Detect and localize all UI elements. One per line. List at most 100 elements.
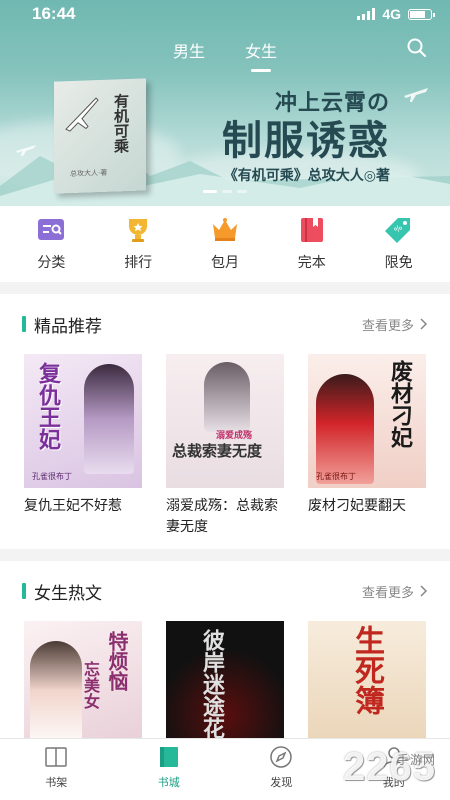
book-cover: 生死簿 bbox=[308, 621, 426, 738]
nav-item-label: 包月 bbox=[210, 255, 239, 271]
cover-author: 孔雀很布丁 bbox=[316, 472, 356, 481]
cover-figure bbox=[316, 374, 374, 484]
crown-icon bbox=[212, 218, 237, 241]
airplane-icon bbox=[16, 145, 36, 156]
section-title-text: 女生热文 bbox=[34, 583, 102, 604]
book-card[interactable]: 彼岸迷途花 bbox=[166, 621, 284, 738]
tag-icon: % bbox=[384, 218, 410, 243]
bookstore-icon bbox=[159, 747, 178, 767]
cover-title: 生死簿 bbox=[349, 625, 384, 715]
section-accent-bar bbox=[22, 583, 26, 599]
network-type: 4G bbox=[382, 6, 401, 22]
section-title-text: 精品推荐 bbox=[34, 316, 102, 337]
status-time: 16:44 bbox=[32, 4, 76, 23]
tab-bookshelf[interactable]: 书架 bbox=[21, 745, 91, 790]
airplane-icon bbox=[404, 88, 428, 102]
banner-headline-line2: 制服诱惑 bbox=[222, 117, 390, 164]
view-more-link[interactable]: 查看更多 bbox=[362, 582, 428, 601]
book-card[interactable]: 特烦恼 忘美女 bbox=[24, 621, 142, 738]
battery-icon bbox=[408, 8, 435, 20]
section-title: 精品推荐 bbox=[22, 312, 102, 337]
book-card[interactable]: 溺爱成殇 总裁索妻无度 溺爱成殇：总裁索妻无度 bbox=[166, 354, 284, 538]
book-card[interactable]: 废材刁妃 孔雀很布丁 废材刁妃要翻天 bbox=[308, 354, 426, 538]
nav-item-label: 完本 bbox=[297, 255, 326, 271]
compass-icon bbox=[270, 746, 292, 768]
book-cover: 溺爱成殇 总裁索妻无度 bbox=[166, 354, 284, 488]
banner-book-cover: 有机可乘 总攻大人·著 bbox=[54, 78, 146, 194]
nav-item-free[interactable]: % 限免 bbox=[364, 216, 434, 272]
search-button[interactable] bbox=[406, 37, 428, 59]
banner-book-title: 有机可乘 bbox=[112, 92, 130, 154]
book-row: 特烦恼 忘美女 彼岸迷途花 生死簿 bbox=[0, 621, 450, 738]
tab-label: 发现 bbox=[270, 776, 293, 789]
book-title: 溺爱成殇：总裁索妻无度 bbox=[166, 498, 278, 535]
section-accent-bar bbox=[22, 316, 26, 332]
category-icon bbox=[38, 219, 65, 240]
book-title: 废材刁妃要翻天 bbox=[308, 498, 406, 514]
carousel-indicator bbox=[0, 190, 450, 193]
cover-figure bbox=[84, 364, 134, 474]
bookshelf-icon bbox=[45, 747, 67, 767]
status-bar: 16:44 4G bbox=[0, 0, 450, 28]
cover-subtitle: 忘美女 bbox=[81, 661, 100, 709]
view-more-label: 查看更多 bbox=[361, 318, 414, 334]
section-header: 精品推荐 查看更多 bbox=[0, 294, 450, 354]
category-nav: 分类 排行 包月 完本 % 限免 bbox=[0, 206, 450, 282]
book-cover: 复仇王妃 孔雀很布丁 bbox=[24, 354, 142, 488]
cover-author: 孔雀很布丁 bbox=[32, 472, 72, 481]
cover-figure bbox=[30, 641, 82, 738]
book-cover: 废材刁妃 孔雀很布丁 bbox=[308, 354, 426, 488]
chevron-right-icon bbox=[420, 585, 428, 597]
cover-subtitle: 溺爱成殇 bbox=[216, 431, 253, 441]
view-more-link[interactable]: 查看更多 bbox=[362, 315, 428, 334]
chevron-right-icon bbox=[420, 318, 428, 330]
cover-title: 总裁索妻无度 bbox=[172, 442, 263, 460]
book-cover: 特烦恼 忘美女 bbox=[24, 621, 142, 738]
cover-title: 复仇王妃 bbox=[35, 362, 61, 450]
watermark-logo: 2265 手游网 bbox=[343, 745, 436, 790]
gender-tabs: 男生 女生 bbox=[0, 38, 450, 62]
carousel-dot bbox=[237, 190, 247, 193]
tab-label: 书架 bbox=[45, 776, 68, 789]
status-indicators: 4G bbox=[357, 6, 435, 22]
book-card[interactable]: 复仇王妃 孔雀很布丁 复仇王妃不好惹 bbox=[24, 354, 142, 538]
cover-figure bbox=[204, 362, 250, 432]
tab-bookstore[interactable]: 书城 bbox=[134, 745, 204, 790]
tab-female[interactable]: 女生 bbox=[245, 38, 277, 62]
airplane-icon bbox=[65, 97, 99, 132]
banner-headline-line3: 《有机可乘》总攻大人◎著 bbox=[223, 168, 390, 184]
section-header: 女生热文 查看更多 bbox=[0, 561, 450, 621]
nav-item-label: 排行 bbox=[124, 255, 153, 271]
carousel-dot-active bbox=[203, 190, 217, 193]
book-cover: 彼岸迷途花 bbox=[166, 621, 284, 738]
banner-headline-line1: 冲上云霄の bbox=[274, 90, 390, 116]
nav-item-label: 分类 bbox=[37, 255, 66, 271]
banner-book-author: 总攻大人·著 bbox=[70, 168, 108, 179]
nav-item-finished[interactable]: 完本 bbox=[277, 216, 347, 272]
hero-banner[interactable]: 有机可乘 总攻大人·著 冲上云霄の 制服诱惑 《有机可乘》总攻大人◎著 bbox=[0, 0, 450, 206]
nav-item-category[interactable]: 分类 bbox=[16, 216, 86, 272]
carousel-dot bbox=[222, 190, 232, 193]
book-icon bbox=[300, 218, 323, 242]
book-title: 复仇王妃不好惹 bbox=[24, 498, 122, 514]
nav-item-ranking[interactable]: 排行 bbox=[103, 216, 173, 272]
tab-discover[interactable]: 发现 bbox=[246, 745, 316, 790]
nav-item-monthly[interactable]: 包月 bbox=[190, 216, 260, 272]
cover-title: 特烦恼 bbox=[105, 631, 129, 691]
book-row: 复仇王妃 孔雀很布丁 复仇王妃不好惹 溺爱成殇 总裁索妻无度 溺爱成殇：总裁索妻… bbox=[0, 354, 450, 538]
tab-male[interactable]: 男生 bbox=[173, 38, 205, 62]
search-icon bbox=[407, 38, 426, 57]
book-card[interactable]: 生死簿 bbox=[308, 621, 426, 738]
section-female-hot: 女生热文 查看更多 特烦恼 忘美女 彼岸迷途花 生死簿 bbox=[0, 561, 450, 738]
view-more-label: 查看更多 bbox=[361, 585, 414, 601]
cover-title: 废材刁妃 bbox=[387, 360, 413, 448]
banner-headline: 冲上云霄の 制服诱惑 《有机可乘》总攻大人◎著 bbox=[190, 85, 390, 185]
tab-label: 书城 bbox=[157, 776, 180, 789]
section-title: 女生热文 bbox=[22, 579, 102, 604]
nav-item-label: 限免 bbox=[384, 255, 413, 271]
cover-title: 彼岸迷途花 bbox=[199, 629, 225, 738]
signal-icon bbox=[357, 8, 376, 20]
trophy-icon bbox=[129, 219, 148, 242]
watermark-subtext: 手游网 bbox=[396, 753, 436, 767]
section-featured: 精品推荐 查看更多 复仇王妃 孔雀很布丁 复仇王妃不好惹 溺爱成殇 总裁索妻无度… bbox=[0, 294, 450, 549]
